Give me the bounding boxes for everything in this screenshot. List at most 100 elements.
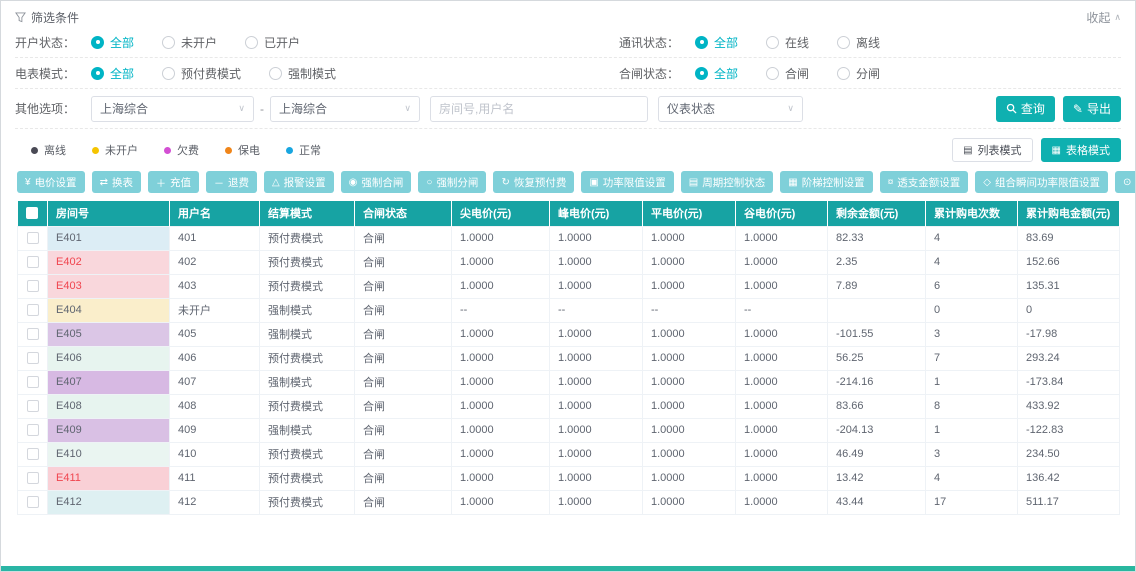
- toolbar-button-label: 电价设置: [35, 175, 77, 190]
- radio-option-label: 全部: [714, 65, 738, 82]
- radio-option[interactable]: 全部: [695, 65, 738, 82]
- toolbar-button[interactable]: ¤透支金额设置: [880, 171, 969, 193]
- community-select-value: 上海综合: [100, 100, 148, 117]
- price4-cell: 1.0000: [736, 442, 828, 466]
- toolbar-button[interactable]: ↻恢复预付费: [493, 171, 574, 193]
- radio-option[interactable]: 强制模式: [269, 65, 336, 82]
- price1-cell: 1.0000: [452, 226, 550, 250]
- toolbar-button[interactable]: －退费: [206, 171, 257, 193]
- radio-option-label: 合闸: [785, 65, 809, 82]
- radio-icon[interactable]: [837, 67, 850, 80]
- price4-cell: --: [736, 298, 828, 322]
- legend-item: 离线: [31, 142, 66, 158]
- radio-option[interactable]: 离线: [837, 34, 880, 51]
- balance-cell: 2.35: [828, 250, 926, 274]
- building-select-value: 上海综合: [279, 100, 327, 117]
- toolbar-button[interactable]: ▣功率限值设置: [581, 171, 673, 193]
- collapse-toggle[interactable]: 收起 ∧: [1086, 9, 1121, 26]
- toolbar-button[interactable]: ¥电价设置: [17, 171, 85, 193]
- radio-icon[interactable]: [695, 67, 708, 80]
- radio-icon[interactable]: [695, 36, 708, 49]
- price4-cell: 1.0000: [736, 418, 828, 442]
- gate-status-cell: 合闸: [355, 394, 452, 418]
- radio-icon[interactable]: [162, 67, 175, 80]
- list-mode-button[interactable]: ▤ 列表模式: [952, 138, 1032, 162]
- building-select[interactable]: 上海综合 ∨: [270, 96, 420, 122]
- radio-option[interactable]: 未开户: [162, 34, 217, 51]
- gate-status-cell: 合闸: [355, 322, 452, 346]
- row-checkbox[interactable]: [27, 448, 39, 460]
- export-button[interactable]: ✎ 导出: [1063, 96, 1121, 122]
- radio-icon[interactable]: [245, 36, 258, 49]
- row-checkbox[interactable]: [27, 304, 39, 316]
- price2-cell: 1.0000: [550, 322, 643, 346]
- price3-cell: 1.0000: [643, 394, 736, 418]
- meter-status-select[interactable]: 仪表状态 ∨: [658, 96, 803, 122]
- balance-cell: -214.16: [828, 370, 926, 394]
- radio-icon[interactable]: [269, 67, 282, 80]
- toolbar-button[interactable]: ◇ 组合瞬间功率限值设置: [975, 171, 1108, 193]
- row-checkbox[interactable]: [27, 256, 39, 268]
- radio-option[interactable]: 在线: [766, 34, 809, 51]
- toolbar-button-icon: ◇: [983, 177, 991, 188]
- row-checkbox[interactable]: [27, 232, 39, 244]
- purchase-count-cell: 8: [926, 394, 1018, 418]
- room-cell: E402: [48, 250, 170, 274]
- user-cell: 412: [170, 490, 260, 514]
- row-checkbox[interactable]: [27, 472, 39, 484]
- community-select[interactable]: 上海综合 ∨: [91, 96, 254, 122]
- price4-cell: 1.0000: [736, 274, 828, 298]
- table-row: E406406预付费模式合闸1.00001.00001.00001.000056…: [18, 346, 1120, 370]
- query-button[interactable]: 查询: [996, 96, 1055, 122]
- radio-icon[interactable]: [91, 67, 104, 80]
- toolbar-button[interactable]: ◉强制合闸: [341, 171, 412, 193]
- row-checkbox[interactable]: [27, 328, 39, 340]
- radio-option-label: 已开户: [264, 34, 300, 51]
- price4-cell: 1.0000: [736, 322, 828, 346]
- radio-icon[interactable]: [766, 67, 779, 80]
- legend-item: 欠费: [164, 142, 199, 158]
- row-checkbox[interactable]: [27, 352, 39, 364]
- radio-option[interactable]: 全部: [91, 34, 134, 51]
- row-checkbox[interactable]: [27, 280, 39, 292]
- column-header: 峰电价(元): [550, 201, 643, 226]
- radio-icon[interactable]: [162, 36, 175, 49]
- radio-option[interactable]: 已开户: [245, 34, 300, 51]
- toolbar-button-icon: ▣: [589, 177, 598, 188]
- toolbar-button-icon: －: [214, 175, 224, 190]
- column-header: 谷电价(元): [736, 201, 828, 226]
- price1-cell: 1.0000: [452, 250, 550, 274]
- toolbar-button[interactable]: ▦阶梯控制设置: [780, 171, 872, 193]
- search-input[interactable]: [430, 96, 648, 122]
- radio-icon[interactable]: [837, 36, 850, 49]
- radio-icon[interactable]: [91, 36, 104, 49]
- toolbar-button[interactable]: ⊙其他设置: [1115, 171, 1136, 193]
- mode-cell: 预付费模式: [260, 346, 355, 370]
- row-checkbox[interactable]: [27, 376, 39, 388]
- toolbar-button[interactable]: ○强制分闸: [418, 171, 486, 193]
- toolbar-button[interactable]: △报警设置: [264, 171, 334, 193]
- mode-cell: 强制模式: [260, 370, 355, 394]
- radio-option[interactable]: 分闸: [837, 65, 880, 82]
- room-cell: E412: [48, 490, 170, 514]
- toolbar-button-label: 组合瞬间功率限值设置: [995, 175, 1100, 190]
- purchase-total-cell: 234.50: [1018, 442, 1120, 466]
- action-toolbar: ¥电价设置 ⇄换表 ＋充值 －退费 △报警设置 ◉强制合闸 ○强制分闸 ↻恢复预付费 ▣功率限值…: [1, 169, 1135, 201]
- row-checkbox[interactable]: [27, 424, 39, 436]
- price2-cell: --: [550, 298, 643, 322]
- row-checkbox[interactable]: [27, 496, 39, 508]
- radio-option[interactable]: 合闸: [766, 65, 809, 82]
- grid-mode-button[interactable]: ▦ 表格模式: [1041, 138, 1121, 162]
- toolbar-button[interactable]: ＋充值: [148, 171, 199, 193]
- select-all-checkbox[interactable]: [26, 207, 38, 219]
- toolbar-button[interactable]: ▤周期控制状态: [681, 171, 773, 193]
- radio-icon[interactable]: [766, 36, 779, 49]
- toolbar-button[interactable]: ⇄换表: [92, 171, 141, 193]
- radio-option[interactable]: 全部: [91, 65, 134, 82]
- radio-option[interactable]: 预付费模式: [162, 65, 241, 82]
- mode-cell: 预付费模式: [260, 490, 355, 514]
- chevron-down-icon: ∨: [396, 103, 411, 114]
- row-checkbox[interactable]: [27, 400, 39, 412]
- price3-cell: 1.0000: [643, 370, 736, 394]
- radio-option[interactable]: 全部: [695, 34, 738, 51]
